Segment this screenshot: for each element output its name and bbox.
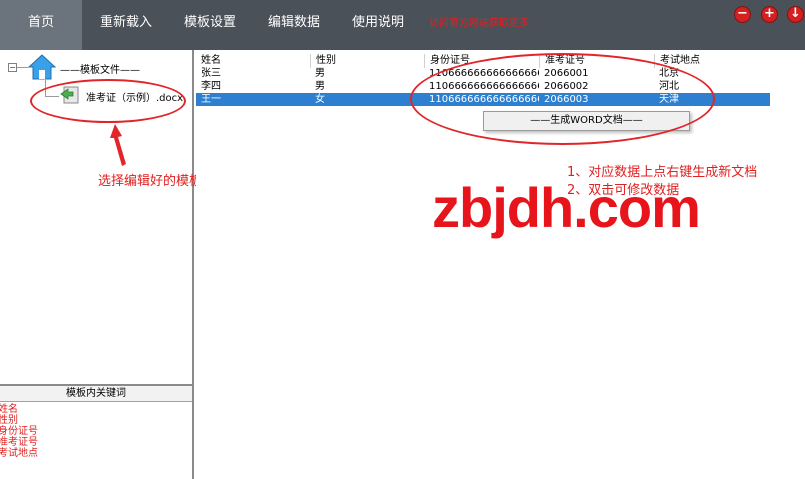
watermark-text: zbjdh.com — [432, 176, 701, 239]
keyword-item[interactable]: 性别 — [0, 415, 192, 426]
tree-connector — [17, 67, 28, 68]
up-arrow-icon — [110, 124, 126, 166]
tree-root-templates[interactable]: ——模板文件—— — [60, 61, 140, 76]
close-icon: ↓ — [790, 6, 801, 21]
template-tree-pane: − ——模板文件—— 准考证（示例）.docx 选择编辑好的模板 模板内关键词 … — [0, 50, 202, 479]
website-notice-link[interactable]: 访问官方网站获取更多 — [429, 14, 529, 29]
annotation-select-template: 选择编辑好的模板 — [98, 174, 203, 189]
keyword-item[interactable]: 身份证号 — [0, 426, 192, 437]
table-cell[interactable]: 男 — [310, 80, 424, 93]
keyword-item[interactable]: 姓名 — [0, 404, 192, 415]
minimize-button[interactable]: − — [734, 6, 751, 23]
table-cell[interactable]: 李四 — [196, 80, 310, 93]
column-header-name[interactable]: 姓名 — [196, 54, 310, 68]
close-button[interactable]: ↓ — [787, 6, 804, 23]
menu-help[interactable]: 使用说明 — [338, 0, 418, 50]
home-folder-icon — [28, 54, 56, 80]
table-cell[interactable]: 张三 — [196, 67, 310, 80]
highlight-ellipse-template — [30, 79, 186, 123]
keywords-header: 模板内关键词 — [0, 384, 192, 402]
table-cell[interactable]: 王一 — [196, 93, 310, 106]
tree-expander[interactable]: − — [8, 63, 17, 72]
column-header-gender[interactable]: 性别 — [310, 54, 424, 68]
maximize-icon: + — [764, 6, 775, 21]
table-cell[interactable]: 男 — [310, 67, 424, 80]
menu-edit-data[interactable]: 编辑数据 — [254, 0, 334, 50]
table-cell[interactable]: 女 — [310, 93, 424, 106]
highlight-ellipse-data — [410, 53, 715, 145]
menu-template-settings[interactable]: 模板设置 — [170, 0, 250, 50]
minimize-icon: − — [737, 6, 748, 21]
keyword-item[interactable]: 考试地点 — [0, 448, 192, 459]
maximize-button[interactable]: + — [761, 6, 778, 23]
keyword-item[interactable]: 准考证号 — [0, 437, 192, 448]
keywords-list: 姓名 性别 身份证号 准考证号 考试地点 — [0, 404, 192, 459]
menu-reload[interactable]: 重新载入 — [86, 0, 166, 50]
menu-bar: 首页 重新载入 模板设置 编辑数据 使用说明 访问官方网站获取更多 − + ↓ — [0, 0, 805, 50]
menu-home[interactable]: 首页 — [0, 0, 82, 50]
